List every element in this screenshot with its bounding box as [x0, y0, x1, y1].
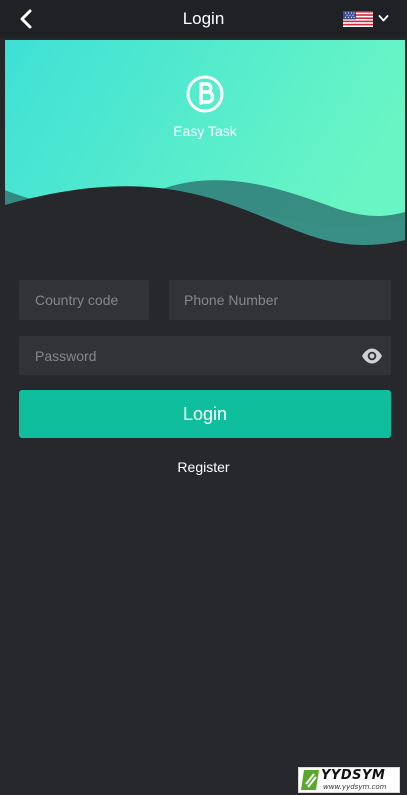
login-screen: Login Easy Task Country code Phone Numbe… — [0, 0, 407, 795]
brand-name: Easy Task — [173, 123, 237, 139]
easy-task-logo-icon — [186, 75, 224, 113]
password-input[interactable] — [19, 336, 391, 375]
chevron-down-icon — [378, 15, 389, 22]
password-visibility-toggle[interactable] — [360, 345, 384, 367]
watermark-mark-icon — [301, 770, 319, 790]
watermark-text: YYDSYM — [321, 768, 386, 783]
watermark-url: www.yydsym.com — [323, 783, 387, 791]
register-link[interactable]: Register — [0, 459, 407, 475]
phone-number-input[interactable] — [169, 280, 391, 320]
watermark-logo: YYDSYM www.yydsym.com — [298, 767, 400, 793]
country-code-input[interactable] — [19, 280, 149, 320]
top-bar: Login — [0, 0, 407, 38]
eye-icon — [362, 348, 382, 364]
login-button[interactable]: Login — [19, 390, 391, 438]
hero-banner: Easy Task — [5, 40, 405, 270]
